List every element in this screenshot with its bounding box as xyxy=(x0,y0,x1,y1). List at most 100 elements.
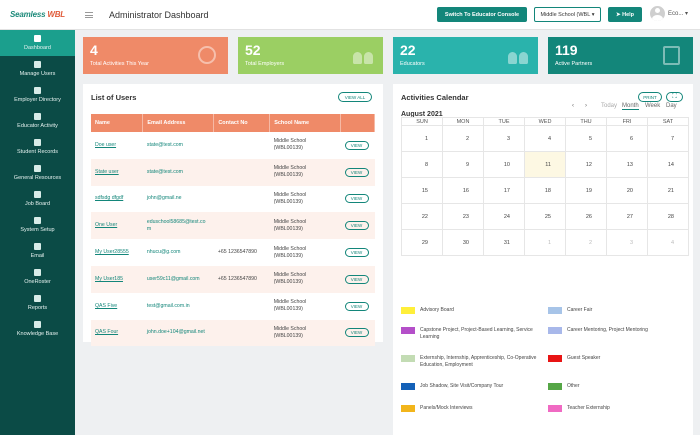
stat-card-partners[interactable]: 119 Active Partners xyxy=(548,37,693,74)
legend-item: Teacher Externship xyxy=(548,405,688,412)
view-button[interactable]: VIEW xyxy=(344,248,369,258)
sidebar-item-student-records[interactable]: Student Records xyxy=(0,134,75,160)
weekday-header: TUE xyxy=(483,117,525,126)
calendar-day-other-month[interactable]: 2 xyxy=(565,229,607,256)
sidebar-item-employer-directory[interactable]: Employer Directory xyxy=(0,82,75,108)
calendar-day[interactable]: 26 xyxy=(565,203,607,230)
column-header[interactable]: School Name xyxy=(269,114,341,132)
view-button[interactable]: VIEW xyxy=(344,301,369,311)
school-select[interactable]: Middle School (WBL ▾ xyxy=(534,7,601,22)
user-school: Middle School (WBL00139) xyxy=(269,265,341,293)
user-name-link[interactable]: sdfsdg dfgdf xyxy=(91,185,143,213)
menu-icon[interactable] xyxy=(85,11,93,18)
calendar-day[interactable]: 3 xyxy=(483,125,525,152)
view-all-button[interactable]: VIEW ALL xyxy=(338,92,372,102)
stat-card-activities[interactable]: 4 Total Activities This Year xyxy=(83,37,228,74)
calendar-day[interactable]: 1 xyxy=(401,125,443,152)
switch-console-button[interactable]: Switch To Educator Console xyxy=(437,7,527,22)
calendar-day[interactable]: 21 xyxy=(647,177,689,204)
avatar[interactable] xyxy=(650,6,665,21)
sidebar-item-system-setup[interactable]: System Setup xyxy=(0,212,75,238)
view-button[interactable]: VIEW xyxy=(344,140,369,150)
weekday-header: SUN xyxy=(401,117,443,126)
calendar-day[interactable]: 8 xyxy=(401,151,443,178)
calendar-day-other-month[interactable]: 4 xyxy=(647,229,689,256)
view-button[interactable]: VIEW xyxy=(344,194,369,204)
table-row: QAS Five test@gmail.com.in Middle School… xyxy=(91,292,375,320)
calendar-day[interactable]: 31 xyxy=(483,229,525,256)
legend-item: Career Mentoring, Project Mentoring xyxy=(548,327,688,334)
help-button[interactable]: ➤ Help xyxy=(608,7,642,22)
user-email: test@gmail.com.in xyxy=(142,292,214,320)
user-school: Middle School (WBL00139) xyxy=(269,212,341,240)
calendar-day[interactable]: 5 xyxy=(565,125,607,152)
calendar-day[interactable]: 25 xyxy=(524,203,566,230)
calendar-day[interactable]: 23 xyxy=(442,203,484,230)
user-name-link[interactable]: Doe user xyxy=(91,132,143,159)
view-button[interactable]: VIEW xyxy=(344,221,369,231)
user-school: Middle School (WBL00139) xyxy=(269,292,341,320)
calendar-day-other-month[interactable]: 1 xyxy=(524,229,566,256)
week-view-tab[interactable]: Week xyxy=(645,103,660,109)
fullscreen-icon[interactable]: ⛶ xyxy=(666,92,683,102)
calendar-day[interactable]: 14 xyxy=(647,151,689,178)
today-button[interactable]: Today xyxy=(601,103,617,109)
user-name[interactable]: Eco... ▾ xyxy=(668,10,688,17)
sidebar-item-manage-users[interactable]: Manage Users xyxy=(0,56,75,82)
view-button[interactable]: VIEW xyxy=(344,274,369,284)
prev-month-button[interactable]: ‹ xyxy=(572,103,574,109)
users-panel-title: List of Users xyxy=(91,93,137,102)
sidebar-item-educator-activity[interactable]: Educator Activity xyxy=(0,108,75,134)
column-header[interactable]: Email Address xyxy=(142,114,215,132)
calendar-day[interactable]: 13 xyxy=(606,151,648,178)
calendar-day[interactable]: 16 xyxy=(442,177,484,204)
calendar-day[interactable]: 6 xyxy=(606,125,648,152)
calendar-day[interactable]: 7 xyxy=(647,125,689,152)
user-name-link[interactable]: My User28555 xyxy=(91,239,143,266)
view-button[interactable]: VIEW xyxy=(344,328,369,338)
calendar-day[interactable]: 15 xyxy=(401,177,443,204)
view-button[interactable]: VIEW xyxy=(344,167,369,177)
calendar-day[interactable]: 12 xyxy=(565,151,607,178)
print-button[interactable]: PRINT xyxy=(638,92,662,102)
calendar-day[interactable]: 2 xyxy=(442,125,484,152)
user-name-link[interactable]: QAS Four xyxy=(91,319,143,347)
calendar-day[interactable]: 19 xyxy=(565,177,607,204)
calendar-day[interactable]: 17 xyxy=(483,177,525,204)
dashboard-icon xyxy=(34,35,41,42)
calendar-day[interactable]: 27 xyxy=(606,203,648,230)
user-name-link[interactable]: One User xyxy=(91,212,143,240)
calendar-day[interactable]: 18 xyxy=(524,177,566,204)
calendar-day-other-month[interactable]: 3 xyxy=(606,229,648,256)
sidebar-item-knowledge-base[interactable]: Knowledge Base xyxy=(0,316,75,342)
sidebar-item-job-board[interactable]: Job Board xyxy=(0,186,75,212)
column-header[interactable]: Name xyxy=(91,114,144,132)
sidebar-item-general-resources[interactable]: General Resources xyxy=(0,160,75,186)
calendar-day-today[interactable]: 11 xyxy=(524,151,566,178)
next-month-button[interactable]: › xyxy=(585,103,587,109)
sidebar-item-dashboard[interactable]: Dashboard xyxy=(0,30,75,56)
stat-card-employers[interactable]: 52 Total Employers xyxy=(238,37,383,74)
user-name-link[interactable]: State user xyxy=(91,158,143,186)
user-email: john@gmail.ne xyxy=(142,185,214,213)
sidebar-item-oneroster[interactable]: OneRoster xyxy=(0,264,75,290)
calendar-day[interactable]: 24 xyxy=(483,203,525,230)
day-view-tab[interactable]: Day xyxy=(666,103,677,109)
calendar-day[interactable]: 22 xyxy=(401,203,443,230)
calendar-day[interactable]: 10 xyxy=(483,151,525,178)
sidebar-item-email[interactable]: Email xyxy=(0,238,75,264)
calendar-day[interactable]: 4 xyxy=(524,125,566,152)
user-name-link[interactable]: QAS Five xyxy=(91,292,143,320)
calendar-day[interactable]: 20 xyxy=(606,177,648,204)
sidebar-item-reports[interactable]: Reports xyxy=(0,290,75,316)
calendar-day[interactable]: 30 xyxy=(442,229,484,256)
app-logo[interactable]: Seamless WBL xyxy=(0,0,75,30)
stat-card-educators[interactable]: 22 Educators xyxy=(393,37,538,74)
legend-swatch xyxy=(401,355,415,362)
month-view-tab[interactable]: Month xyxy=(622,103,639,110)
calendar-day[interactable]: 28 xyxy=(647,203,689,230)
column-header[interactable]: Contact No xyxy=(213,114,271,132)
calendar-day[interactable]: 29 xyxy=(401,229,443,256)
calendar-day[interactable]: 9 xyxy=(442,151,484,178)
user-name-link[interactable]: My User185 xyxy=(91,265,143,293)
